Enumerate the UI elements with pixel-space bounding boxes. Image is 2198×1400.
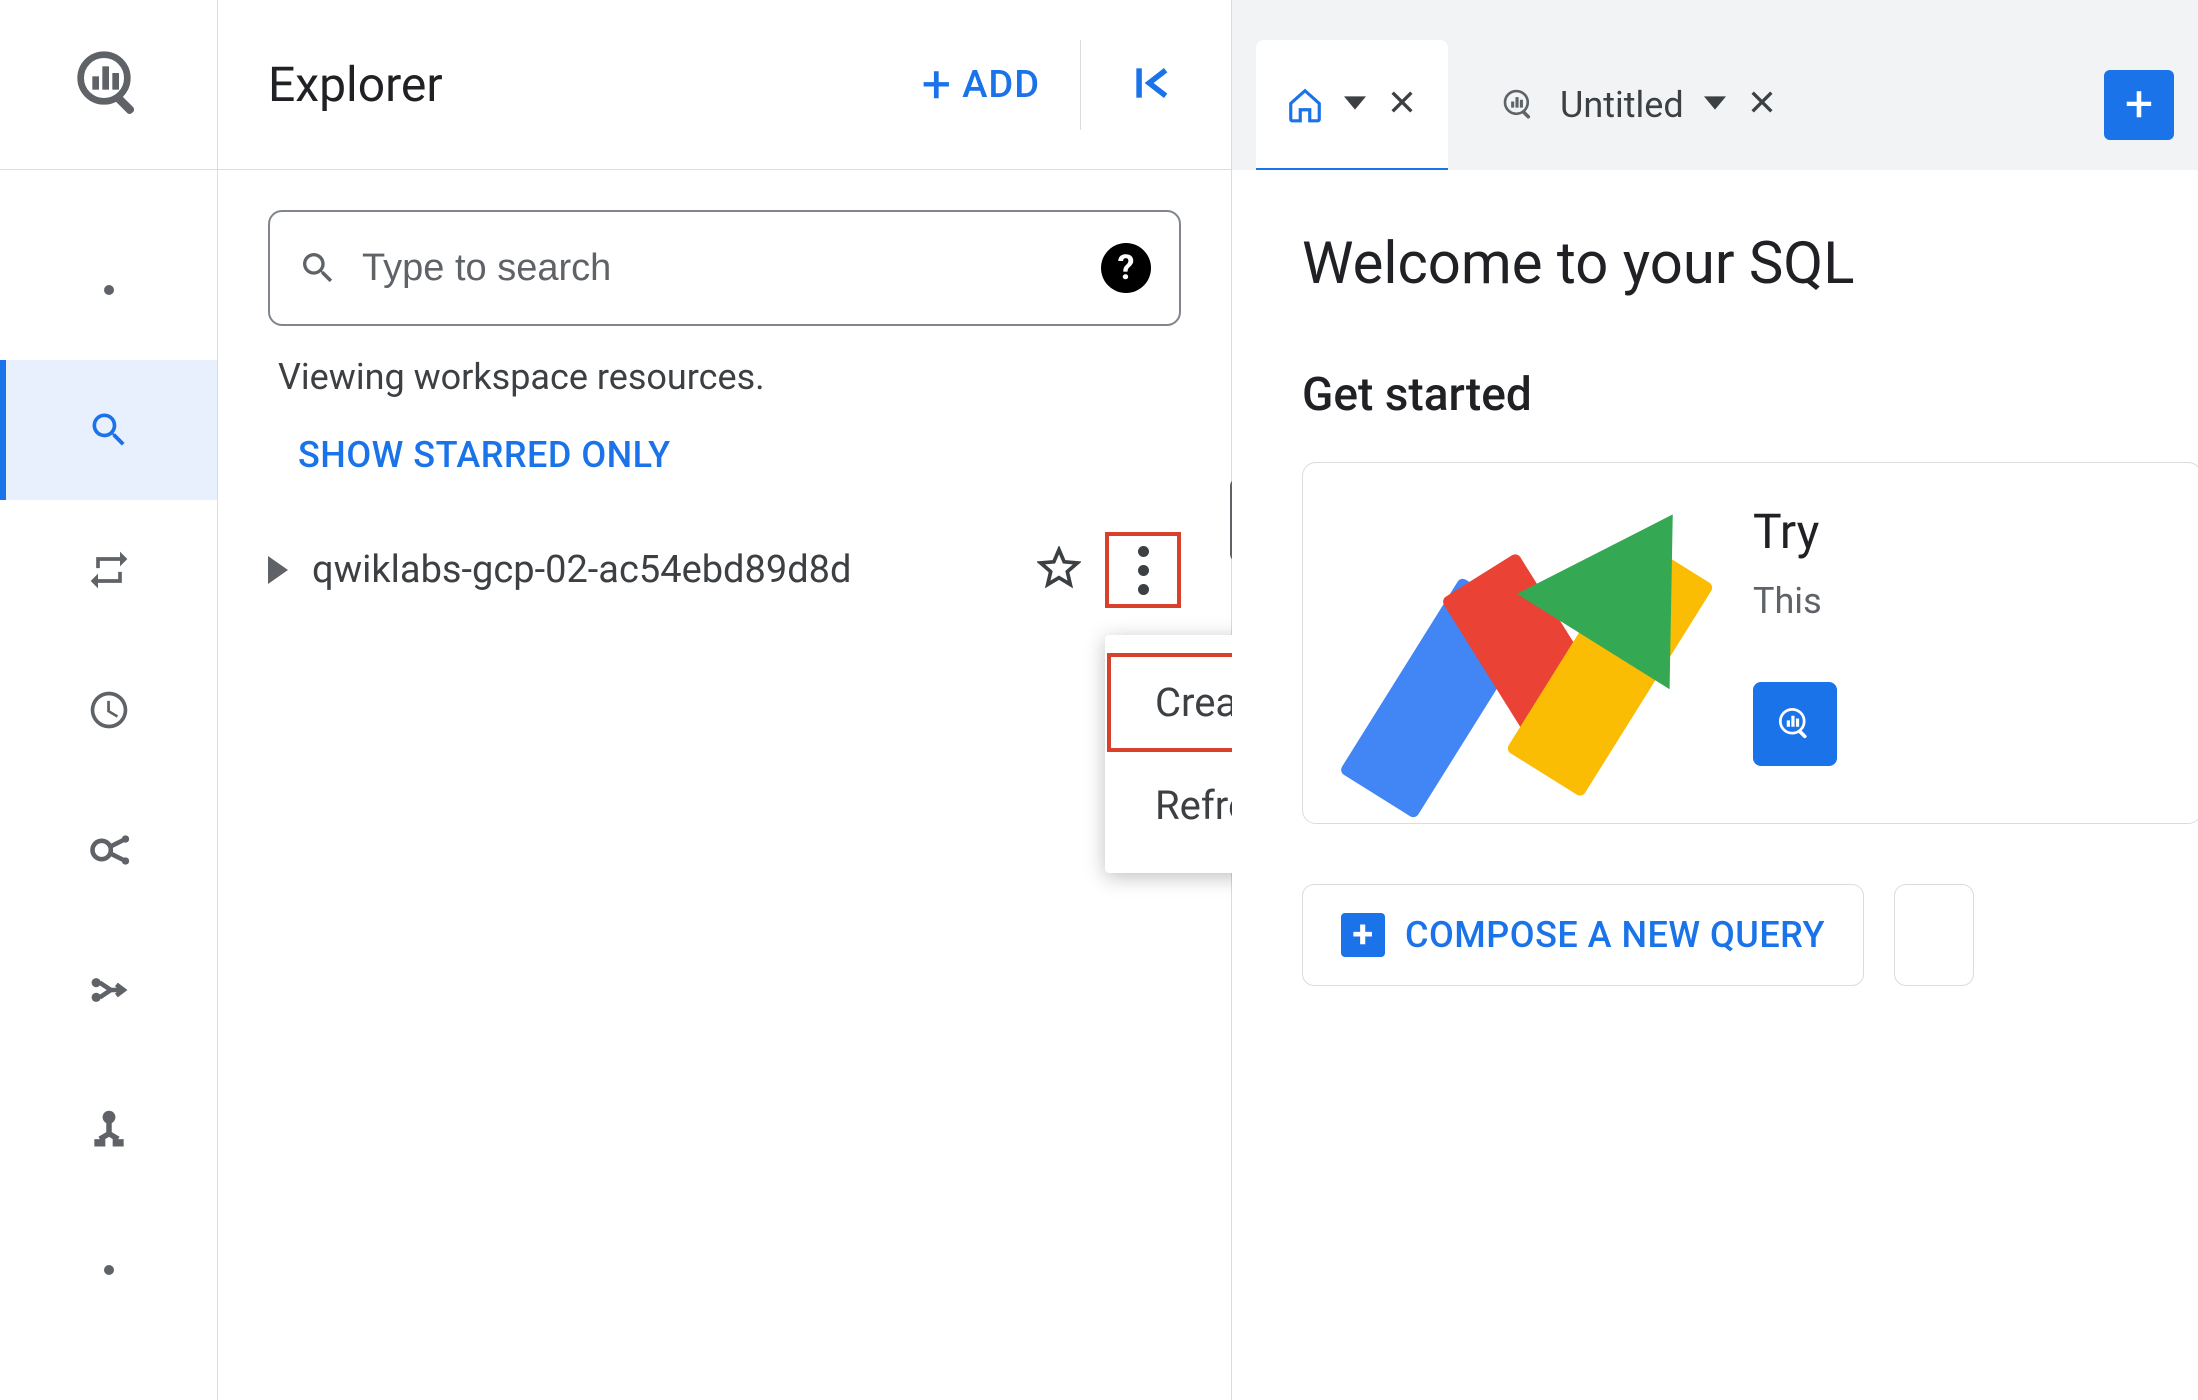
rail-item-schedule[interactable] xyxy=(0,640,217,780)
explorer-header: Explorer + ADD xyxy=(218,0,1231,170)
rail-item-search[interactable] xyxy=(0,360,217,500)
workspace: Untitled + Welcome to your SQL Get start… xyxy=(1232,0,2198,1400)
plus-icon: + xyxy=(922,72,953,98)
transfer-icon xyxy=(87,548,131,592)
card-text: Try This xyxy=(1753,503,1837,766)
add-button[interactable]: + ADD xyxy=(902,53,1060,117)
caret-down-icon xyxy=(1344,92,1366,118)
collapse-left-icon xyxy=(1129,61,1173,105)
query-icon xyxy=(1773,702,1817,746)
bigquery-logo-icon xyxy=(69,43,149,127)
card-illustration xyxy=(1343,503,1703,783)
view-actions-button[interactable] xyxy=(1105,532,1181,608)
add-button-label: ADD xyxy=(962,63,1040,107)
caret-down-icon xyxy=(1704,92,1726,118)
rail-item-dot-2[interactable] xyxy=(0,1200,217,1340)
new-tab-button[interactable]: + xyxy=(2104,70,2174,140)
collapse-panel-button[interactable] xyxy=(1101,51,1201,119)
try-card[interactable]: Try This xyxy=(1302,462,2198,824)
compose-new-query-button[interactable]: + COMPOSE A NEW QUERY xyxy=(1302,884,1864,986)
left-rail xyxy=(0,0,218,1400)
workspace-body: Welcome to your SQL Get started Try This xyxy=(1232,170,2198,1400)
compose-label: COMPOSE A NEW QUERY xyxy=(1405,914,1825,956)
resource-name: qwiklabs-gcp-02-ac54ebd89d8d xyxy=(312,548,1013,592)
resource-row[interactable]: qwiklabs-gcp-02-ac54ebd89d8d xyxy=(238,516,1211,624)
action-row: + COMPOSE A NEW QUERY xyxy=(1302,884,2198,986)
tabstrip: Untitled + xyxy=(1232,0,2198,170)
kebab-icon xyxy=(1138,546,1149,595)
analytics-icon xyxy=(87,828,131,872)
tab-label: Untitled xyxy=(1560,84,1684,126)
query-icon xyxy=(1498,84,1540,126)
search-icon xyxy=(87,408,131,452)
welcome-title: Welcome to your SQL xyxy=(1302,230,2198,298)
logo-area xyxy=(0,0,217,170)
close-tab-button[interactable] xyxy=(1746,85,1778,125)
close-tab-button[interactable] xyxy=(1386,85,1418,125)
search-icon xyxy=(298,248,338,288)
plus-box-icon: + xyxy=(1341,913,1385,957)
home-icon xyxy=(1286,86,1324,124)
star-outline-icon xyxy=(1037,546,1081,590)
explorer-panel: Explorer + ADD ? Viewing workspace resou… xyxy=(218,0,1232,1400)
capacity-icon xyxy=(87,1108,131,1152)
rail-item-capacity[interactable] xyxy=(0,1060,217,1200)
rail-items xyxy=(0,170,217,1340)
tab-home[interactable] xyxy=(1256,40,1448,170)
explorer-title: Explorer xyxy=(268,56,882,113)
clock-icon xyxy=(87,688,131,732)
rail-item-dot-1[interactable] xyxy=(0,220,217,360)
star-button[interactable] xyxy=(1037,546,1081,594)
get-started-heading: Get started xyxy=(1302,368,2198,422)
secondary-action-button[interactable] xyxy=(1894,884,1974,986)
card-row: Try This xyxy=(1302,462,2198,824)
card-cta-button[interactable] xyxy=(1753,682,1837,766)
tab-untitled[interactable]: Untitled xyxy=(1468,40,1808,170)
rail-item-transfer[interactable] xyxy=(0,500,217,640)
rail-item-analytics[interactable] xyxy=(0,780,217,920)
migrate-icon xyxy=(87,968,131,1012)
divider xyxy=(1080,40,1081,130)
card-title: Try xyxy=(1753,503,1837,560)
workspace-resources-label: Viewing workspace resources. xyxy=(278,356,1211,398)
search-field-wrap: ? xyxy=(268,210,1181,326)
rail-item-migrate[interactable] xyxy=(0,920,217,1060)
card-body: This xyxy=(1753,580,1837,622)
explorer-body: ? Viewing workspace resources. SHOW STAR… xyxy=(218,170,1231,624)
search-input[interactable] xyxy=(362,247,1077,290)
show-starred-only-button[interactable]: SHOW STARRED ONLY xyxy=(298,434,671,476)
expand-triangle-icon[interactable] xyxy=(268,556,288,584)
search-help-icon[interactable]: ? xyxy=(1101,243,1151,293)
